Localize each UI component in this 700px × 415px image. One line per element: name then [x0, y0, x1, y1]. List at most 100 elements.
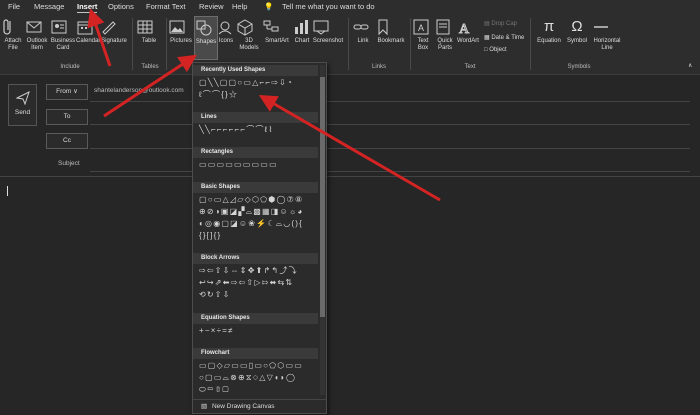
flowchart-row[interactable]: ▭▢◇▱▭▭▯▭○⬠⬡▭▭ — [199, 361, 303, 371]
rectangles-row[interactable]: ▭▭▭▭▭▭▭▭▭ — [199, 160, 278, 170]
group-tables-label: Tables — [141, 64, 159, 70]
from-button[interactable]: From ∨ — [46, 84, 88, 100]
text-box-button[interactable]: A Text Box — [412, 18, 434, 52]
send-button[interactable]: Send — [8, 84, 37, 126]
tab-review[interactable]: Review — [199, 2, 224, 11]
symbol-button[interactable]: Ω Symbol — [564, 18, 590, 45]
chart-icon — [292, 18, 312, 36]
tab-help[interactable]: Help — [232, 2, 247, 11]
horizontal-line-button[interactable]: Horizontal Line — [592, 18, 622, 52]
equation-shapes-row[interactable]: +−×÷=≠ — [199, 326, 234, 336]
block-arrows-row[interactable]: ↩↪⇗⬅⇨⇦⇧▷⇰⬌⇆⇅ — [199, 278, 293, 288]
chevron-down-icon: ∨ — [73, 88, 78, 95]
table-icon — [136, 18, 162, 36]
cc-divider — [90, 148, 690, 149]
ribbon: Attach File Outlook Item Business Card C… — [0, 14, 700, 75]
subject-divider — [90, 171, 690, 172]
cube-icon — [236, 18, 262, 36]
ribbon-separator — [530, 18, 531, 70]
chart-button[interactable]: Chart — [292, 18, 312, 45]
wordart-button[interactable]: A WordArt — [456, 18, 480, 45]
text-box-icon: A — [412, 18, 434, 36]
section-basic-shapes: Basic Shapes — [193, 182, 318, 193]
group-symbols-label: Symbols — [567, 64, 591, 70]
smartart-button[interactable]: SmartArt — [262, 18, 292, 45]
basic-shapes-row[interactable]: ▢○▭△◿▱◇⬡⬠⬢◯⑦⑧ — [199, 195, 303, 205]
from-address: shantelanderson@outlook.com — [94, 87, 184, 94]
group-text-label: Text — [464, 64, 476, 70]
compose-area — [0, 75, 700, 415]
wordart-icon: A — [456, 18, 480, 37]
object-icon: □ — [484, 47, 488, 53]
lines-row[interactable]: ╲╲⌐⌐⌐⌐⌐⌐⌒⌒ℓ⌇ — [199, 125, 274, 135]
collapse-ribbon-icon[interactable]: ∧ — [688, 62, 692, 69]
recent-shapes-row[interactable]: ℓ⌒⌒{}☆ — [199, 90, 238, 100]
flowchart-row[interactable]: ○▢▭⌓⊗⊕⧖⬦△▽◖◗◯ — [199, 373, 296, 383]
drop-cap-button[interactable]: ▤ Drop Cap — [484, 20, 517, 27]
bookmark-icon — [374, 18, 408, 36]
equation-button[interactable]: π Equation — [534, 18, 564, 45]
section-recently-used: Recently Used Shapes — [193, 65, 318, 76]
horizontal-line-icon — [592, 18, 622, 36]
outlook-item-button[interactable]: Outlook Item — [25, 18, 49, 52]
section-rectangles: Rectangles — [193, 147, 318, 158]
shapes-button[interactable]: Shapes — [194, 16, 218, 60]
calendar-icon — [76, 18, 100, 36]
tab-format-text[interactable]: Format Text — [146, 2, 185, 11]
bookmark-button[interactable]: Bookmark — [374, 18, 408, 45]
to-button[interactable]: To — [46, 109, 88, 125]
signature-button[interactable]: Signature — [100, 18, 128, 45]
3d-models-button[interactable]: 3D Models — [236, 18, 262, 52]
ribbon-separator — [132, 18, 133, 70]
screenshot-icon — [312, 18, 344, 36]
tab-insert[interactable]: Insert — [77, 2, 98, 13]
cc-button[interactable]: Cc — [46, 133, 88, 149]
pictures-button[interactable]: Pictures — [168, 18, 194, 45]
pi-icon: π — [543, 18, 555, 35]
subject-label: Subject — [58, 160, 80, 167]
ribbon-separator — [410, 18, 411, 70]
object-button[interactable]: □ Object — [484, 47, 507, 53]
lightbulb-icon: 💡 — [264, 2, 274, 11]
omega-icon: Ω — [571, 18, 583, 35]
canvas-icon: ▧ — [201, 403, 208, 410]
date-time-icon: ▦ — [484, 35, 490, 41]
tab-file[interactable]: File — [8, 2, 20, 11]
picture-icon — [168, 18, 194, 36]
attach-file-button[interactable]: Attach File — [2, 18, 24, 52]
envelope-icon — [25, 18, 49, 36]
ribbon-separator — [166, 18, 167, 70]
section-lines: Lines — [193, 112, 318, 123]
business-card-button[interactable]: Business Card — [50, 18, 76, 52]
quick-parts-button[interactable]: Quick Parts — [434, 18, 456, 52]
new-drawing-canvas-item[interactable]: ▧ New Drawing Canvas — [193, 399, 326, 413]
drop-cap-icon: ▤ — [484, 21, 490, 27]
tab-message[interactable]: Message — [34, 2, 64, 11]
scrollbar-thumb[interactable] — [320, 77, 325, 317]
date-time-button[interactable]: ▦ Date & Time — [484, 34, 524, 41]
link-button[interactable]: Link — [352, 18, 374, 45]
calendar-button[interactable]: Calendar — [76, 18, 100, 45]
section-flowchart: Flowchart — [193, 348, 318, 359]
quick-parts-icon — [434, 18, 456, 36]
link-icon — [352, 18, 374, 36]
basic-shapes-row[interactable]: ◐◎◉▢◪☺❀⚡☾⌓◡(){ — [199, 219, 303, 229]
flowchart-row[interactable]: ⬭▭▯▢ — [199, 385, 230, 395]
group-include-label: Include — [60, 64, 80, 70]
send-icon — [9, 91, 36, 105]
block-arrows-row[interactable]: ⟲↻⇧⇩ — [199, 290, 231, 300]
recent-shapes-row[interactable]: ▢╲╲▢▢○▭△⌐⌐⇨⇩◔ — [199, 78, 293, 88]
tab-options[interactable]: Options — [108, 2, 134, 11]
block-arrows-row[interactable]: ⇨⇦⇧⇩⇔⇕✥⬆↱↰⤴⤵ — [199, 266, 298, 276]
tell-me-search[interactable]: Tell me what you want to do — [282, 2, 375, 11]
basic-shapes-row[interactable]: {}[]{} — [199, 231, 221, 241]
screenshot-button[interactable]: Screenshot — [312, 18, 344, 45]
menu-bar: File Message Insert Options Format Text … — [0, 0, 700, 14]
from-divider — [90, 101, 690, 102]
to-divider — [90, 124, 690, 125]
svg-text:A: A — [418, 23, 424, 33]
basic-shapes-row[interactable]: ⊕⊘◑▣◪▞⌓▩▦◨☺☼◕ — [199, 207, 303, 217]
shapes-icon — [195, 19, 217, 37]
table-button[interactable]: Table — [136, 18, 162, 45]
icons-button[interactable]: Icons — [216, 18, 236, 45]
